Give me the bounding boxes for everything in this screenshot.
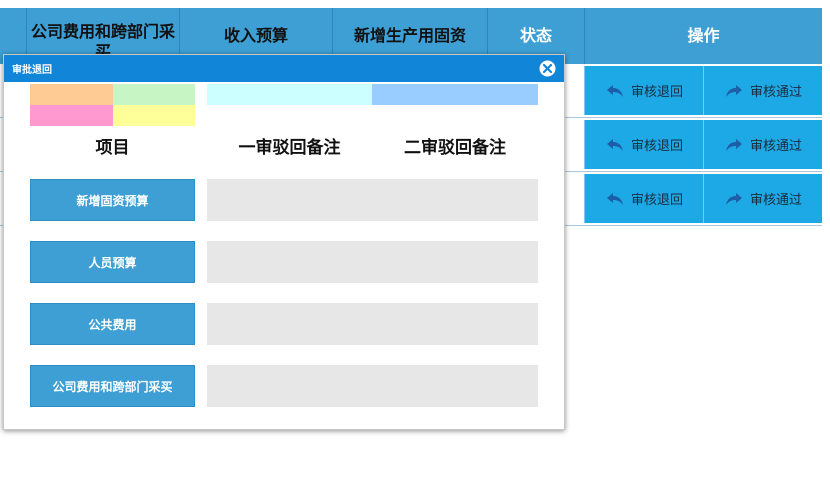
approve-button-label: 审核通过 [749, 85, 802, 100]
reject-button-label: 审核退回 [630, 139, 683, 154]
column-header-item: 项目 [95, 138, 130, 158]
color-swatch-pink [30, 105, 113, 126]
approve-button-label: 审核通过 [749, 193, 802, 208]
redo-arrow-icon [725, 84, 742, 97]
header-cell-actions: 操作 [584, 8, 822, 64]
undo-arrow-icon [606, 192, 623, 205]
reject-button-label: 审核退回 [630, 193, 683, 208]
item-personnel-budget[interactable]: 人员预算 [30, 241, 195, 283]
approve-button-label: 审核通过 [749, 139, 802, 154]
reject-button[interactable]: 审核退回 [584, 174, 703, 223]
item-new-fixed-asset-budget[interactable]: 新增固资预算 [30, 179, 195, 221]
first-review-note-field[interactable] [207, 241, 538, 283]
color-swatch-blue [372, 84, 538, 105]
close-icon[interactable] [539, 60, 556, 77]
approve-button[interactable]: 审核通过 [703, 120, 822, 169]
approval-return-dialog: 审批退回 项目 一审驳回备注 二审驳回备注 新增固资预算 人员预算 公共费用 公… [3, 54, 565, 430]
dialog-titlebar: 审批退回 [4, 55, 564, 82]
reject-button[interactable]: 审核退回 [584, 120, 703, 169]
item-company-expenses-cross-dept-purchase[interactable]: 公司费用和跨部门采买 [30, 365, 195, 407]
color-swatch-green [113, 84, 195, 105]
reject-button[interactable]: 审核退回 [584, 66, 703, 115]
first-review-note-field[interactable] [207, 179, 538, 221]
approve-button[interactable]: 审核通过 [703, 66, 822, 115]
undo-arrow-icon [606, 84, 623, 97]
redo-arrow-icon [725, 192, 742, 205]
color-swatch-yellow [113, 105, 195, 126]
first-review-note-field[interactable] [207, 365, 538, 407]
approve-button[interactable]: 审核通过 [703, 174, 822, 223]
page: 公司费用和跨部门采买 收入预算 新增生产用固资 状态 操作 审核退回 审核通过 … [0, 0, 830, 494]
undo-arrow-icon [606, 138, 623, 151]
column-header-second-review-note: 二审驳回备注 [404, 138, 506, 158]
reject-button-label: 审核退回 [630, 85, 683, 100]
color-swatch-orange [30, 84, 113, 105]
item-public-expenses[interactable]: 公共费用 [30, 303, 195, 345]
first-review-note-field[interactable] [207, 303, 538, 345]
dialog-title: 审批退回 [12, 65, 52, 76]
color-swatch-cyan [207, 84, 372, 105]
column-header-first-review-note: 一审驳回备注 [238, 138, 341, 158]
redo-arrow-icon [725, 138, 742, 151]
